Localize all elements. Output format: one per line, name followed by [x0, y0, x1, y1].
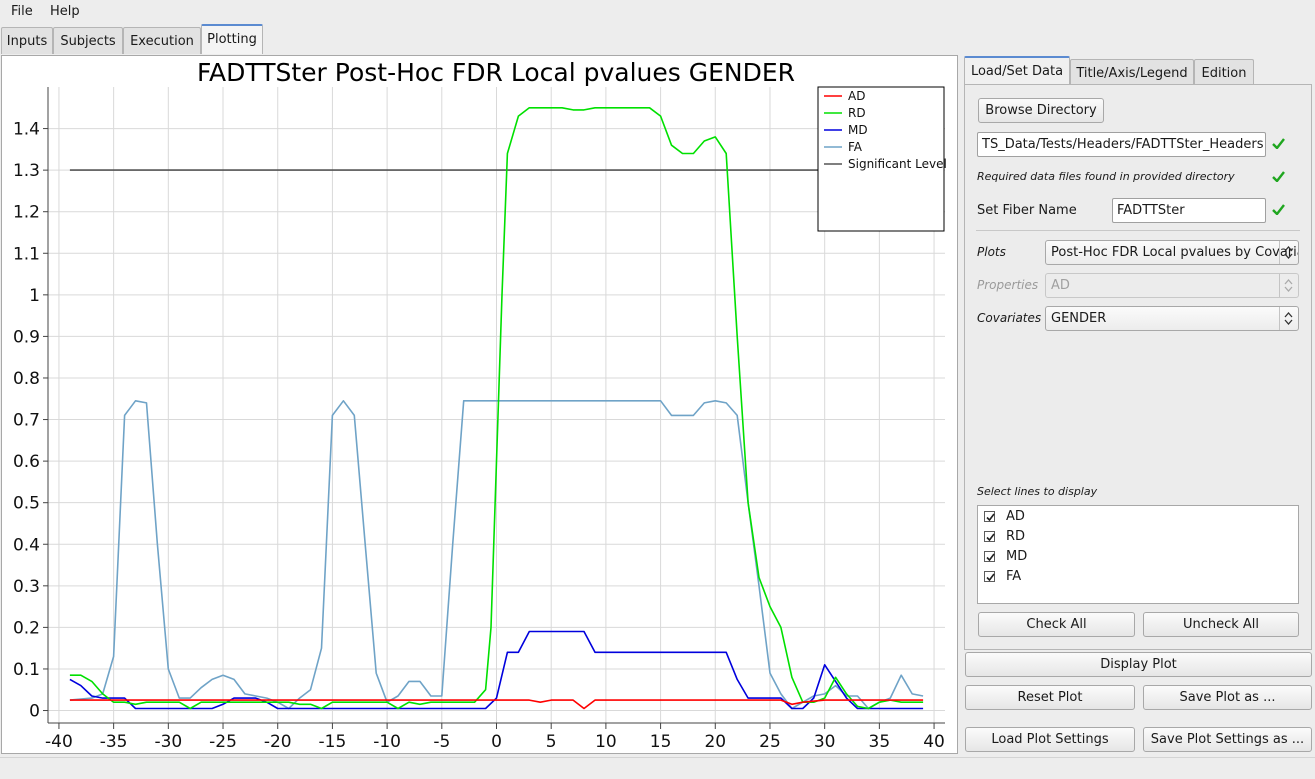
- y-tick-label: 1.2: [13, 203, 40, 223]
- line-select-list: AD RD MD FA: [977, 505, 1299, 604]
- fiber-name-label: Set Fiber Name: [977, 203, 1077, 218]
- tab-edition[interactable]: Edition: [1194, 59, 1254, 84]
- x-tick-label: 35: [869, 732, 891, 752]
- covariates-select-value: GENDER: [1051, 311, 1107, 326]
- plot-view[interactable]: -40 -35 -30 -25 -20 -15 -10 -5 0 5 10 15 20 25 30 35 40 0…: [1, 55, 958, 754]
- x-tick-label: -35: [100, 732, 128, 752]
- y-tick-label: 0.3: [13, 577, 40, 597]
- y-tick-label: 0.2: [13, 618, 40, 638]
- data-found-status: Required data files found in provided di…: [977, 170, 1235, 183]
- display-plot-button[interactable]: Display Plot: [965, 652, 1312, 677]
- list-item-label: AD: [1006, 509, 1025, 524]
- x-tick-label: 10: [595, 732, 617, 752]
- tab-plotting[interactable]: Plotting: [201, 24, 263, 54]
- x-tick-label: 25: [759, 732, 781, 752]
- y-tick-label: 0.5: [13, 494, 40, 514]
- y-tick-label: 0.7: [13, 411, 40, 431]
- separator: [976, 230, 1300, 231]
- legend-label: RD: [848, 106, 866, 120]
- fiber-name-field[interactable]: FADTTSter: [1112, 198, 1266, 223]
- tab-execution[interactable]: Execution: [123, 27, 201, 54]
- plots-select-value: Post-Hoc FDR Local pvalues by Covariates: [1051, 245, 1299, 260]
- x-tick-label: -10: [373, 732, 401, 752]
- x-tick-label: 15: [650, 732, 672, 752]
- properties-select: AD: [1045, 273, 1299, 298]
- save-plot-as-button[interactable]: Save Plot as ...: [1143, 685, 1312, 710]
- properties-select-value: AD: [1051, 278, 1070, 293]
- check-all-button[interactable]: Check All: [978, 612, 1135, 637]
- checkmark-icon: [1272, 171, 1285, 186]
- plots-label: Plots: [977, 245, 1006, 259]
- list-item-label: RD: [1006, 529, 1026, 544]
- tab-inputs[interactable]: Inputs: [1, 27, 53, 54]
- y-tick-label: 1.4: [13, 120, 40, 140]
- x-tick-label: 0: [491, 732, 502, 752]
- tab-subjects[interactable]: Subjects: [53, 27, 123, 54]
- save-plot-settings-as-button[interactable]: Save Plot Settings as ...: [1143, 727, 1312, 752]
- x-tick-label: -20: [264, 732, 292, 752]
- x-tick-label: -30: [154, 732, 182, 752]
- x-tick-label: -40: [45, 732, 73, 752]
- x-tick-label: 40: [923, 732, 945, 752]
- updown-arrow-icon: [1279, 307, 1298, 330]
- x-tick-label: -25: [209, 732, 237, 752]
- uncheck-all-button[interactable]: Uncheck All: [1143, 612, 1299, 637]
- y-tick-label: 1.1: [13, 244, 40, 264]
- covariates-select[interactable]: GENDER: [1045, 306, 1299, 331]
- y-tick-label: 0.1: [13, 660, 40, 680]
- status-bar: [0, 757, 1315, 779]
- x-tick-label: -5: [433, 732, 450, 752]
- chart-grid: [48, 87, 945, 723]
- select-lines-label: Select lines to display: [977, 485, 1098, 498]
- x-tick-label: -15: [319, 732, 347, 752]
- checkmark-icon: [1272, 138, 1285, 153]
- checkbox-checked-icon[interactable]: [984, 511, 995, 522]
- menu-file[interactable]: File: [11, 4, 33, 19]
- list-item-label: MD: [1006, 549, 1028, 564]
- y-tick-label: 1.3: [13, 161, 40, 181]
- legend-label: FA: [848, 140, 863, 154]
- tab-load-set-data[interactable]: Load/Set Data: [964, 56, 1070, 84]
- load-plot-settings-button[interactable]: Load Plot Settings: [965, 727, 1135, 752]
- chart-title: FADTTSter Post-Hoc FDR Local pvalues GEN…: [197, 58, 795, 87]
- x-tick-label: 5: [546, 732, 557, 752]
- tab-title-axis-legend[interactable]: Title/Axis/Legend: [1070, 59, 1194, 84]
- menu-help[interactable]: Help: [50, 4, 80, 19]
- y-tick-label: 1: [29, 286, 40, 306]
- menu-bar: File Help: [0, 0, 1315, 24]
- legend-label: Significant Level: [848, 157, 947, 171]
- line-chart: -40 -35 -30 -25 -20 -15 -10 -5 0 5 10 15 20 25 30 35 400…: [13, 58, 947, 752]
- legend-label: AD: [848, 89, 865, 103]
- updown-arrow-icon: [1279, 241, 1298, 264]
- list-item-label: FA: [1006, 569, 1022, 584]
- y-tick-label: 0.4: [13, 535, 40, 555]
- y-tick-label: 0.6: [13, 452, 40, 472]
- checkbox-checked-icon[interactable]: [984, 531, 995, 542]
- checkbox-checked-icon[interactable]: [984, 571, 995, 582]
- reset-plot-button[interactable]: Reset Plot: [965, 685, 1135, 710]
- x-tick-label: 20: [704, 732, 726, 752]
- chart-legend: AD RD MD FA Significant Level: [817, 86, 947, 232]
- properties-label: Properties: [977, 278, 1039, 292]
- browse-directory-button[interactable]: Browse Directory: [978, 98, 1104, 123]
- directory-path-field[interactable]: TS_Data/Tests/Headers/FADTTSter_Headers: [977, 132, 1266, 157]
- updown-arrow-icon: [1279, 274, 1298, 297]
- checkmark-icon: [1272, 204, 1285, 219]
- x-tick-label: 30: [814, 732, 836, 752]
- y-tick-label: 0.9: [13, 327, 40, 347]
- plots-select[interactable]: Post-Hoc FDR Local pvalues by Covariates: [1045, 240, 1299, 265]
- covariates-label: Covariates: [977, 311, 1042, 325]
- checkbox-checked-icon[interactable]: [984, 551, 995, 562]
- y-tick-label: 0: [29, 702, 40, 722]
- legend-label: MD: [848, 123, 868, 137]
- y-tick-label: 0.8: [13, 369, 40, 389]
